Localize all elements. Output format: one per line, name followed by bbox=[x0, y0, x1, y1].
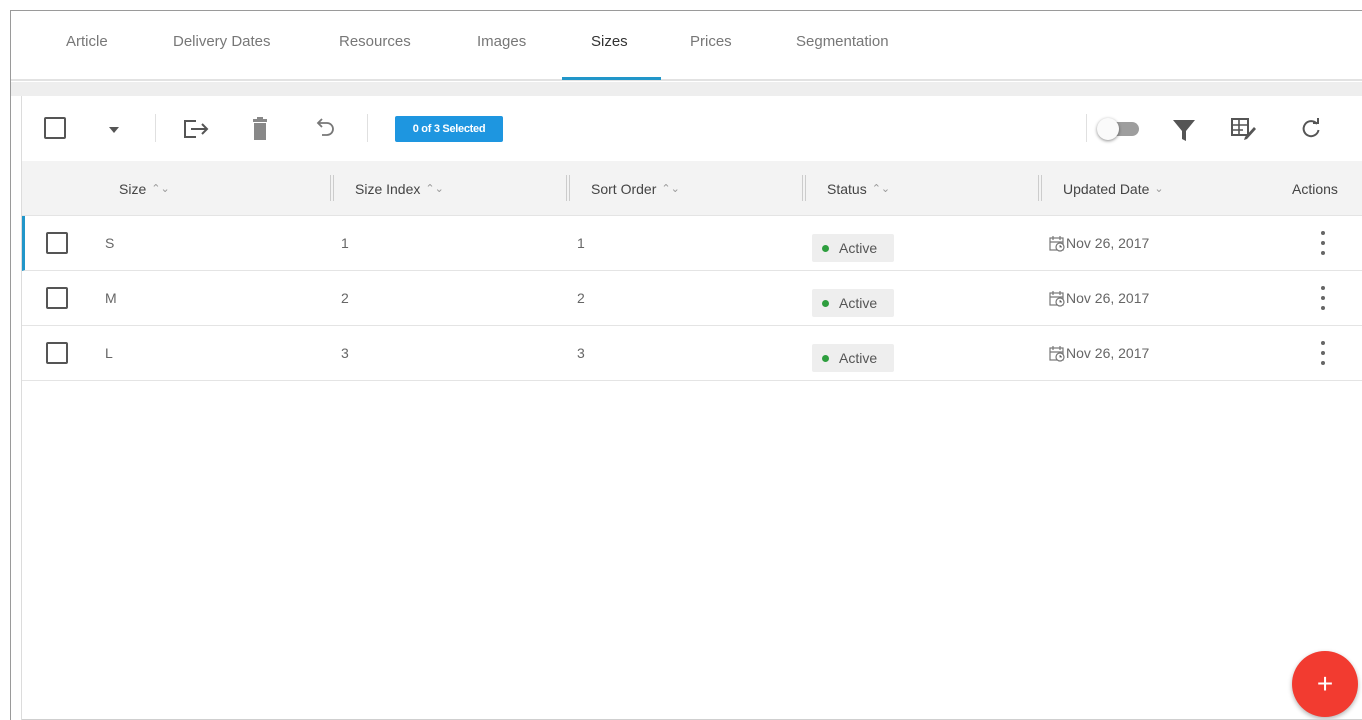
tab-images[interactable]: Images bbox=[477, 33, 526, 81]
table-toolbar: 0 of 3 Selected bbox=[22, 96, 1362, 161]
table-row[interactable]: M 2 2 Active Nov 26, 2017 bbox=[22, 271, 1362, 326]
more-actions-icon[interactable] bbox=[1318, 341, 1328, 365]
column-resize-handle[interactable] bbox=[566, 175, 570, 201]
toolbar-divider bbox=[155, 114, 156, 142]
status-dot-icon bbox=[822, 244, 829, 252]
tab-prices[interactable]: Prices bbox=[690, 33, 732, 81]
sort-icon: ⌄ bbox=[1154, 183, 1164, 195]
sort-icon: ⌃⌄ bbox=[151, 183, 170, 195]
status-badge: Active bbox=[812, 344, 894, 372]
cell-updated-date: Nov 26, 2017 bbox=[1049, 326, 1149, 380]
column-header-size-index[interactable]: Size Index ⌃⌄ bbox=[355, 161, 444, 216]
row-checkbox[interactable] bbox=[46, 342, 68, 364]
column-header-label: Size Index bbox=[355, 180, 421, 197]
updated-date-text: Nov 26, 2017 bbox=[1066, 235, 1150, 251]
tab-bar: Article Delivery Dates Resources Images … bbox=[11, 11, 1362, 81]
column-header-label: Sort Order bbox=[591, 180, 657, 197]
calendar-clock-icon bbox=[1049, 345, 1066, 362]
cell-size-index: 3 bbox=[341, 345, 349, 361]
cell-size-index: 2 bbox=[341, 290, 349, 306]
toggle-switch[interactable] bbox=[1097, 118, 1139, 140]
export-icon[interactable] bbox=[182, 117, 212, 141]
updated-date-text: Nov 26, 2017 bbox=[1066, 345, 1150, 361]
add-button[interactable]: + bbox=[1292, 651, 1358, 717]
column-header-sort-order[interactable]: Sort Order ⌃⌄ bbox=[591, 161, 680, 216]
dropdown-caret-icon[interactable] bbox=[106, 120, 122, 140]
delete-icon[interactable] bbox=[250, 116, 270, 142]
column-header-size[interactable]: Size ⌃⌄ bbox=[119, 161, 170, 216]
cell-updated-date: Nov 26, 2017 bbox=[1049, 271, 1149, 325]
tab-sizes[interactable]: Sizes bbox=[591, 33, 628, 81]
status-label: Active bbox=[839, 350, 878, 366]
sort-icon: ⌃⌄ bbox=[871, 183, 891, 195]
calendar-clock-icon bbox=[1049, 235, 1066, 252]
undo-icon[interactable] bbox=[314, 117, 338, 141]
column-header-label: Updated Date bbox=[1063, 180, 1150, 197]
cell-sort-order: 2 bbox=[577, 290, 585, 306]
column-resize-handle[interactable] bbox=[330, 175, 334, 201]
status-badge: Active bbox=[812, 289, 894, 317]
column-header-updated-date[interactable]: Updated Date ⌄ bbox=[1063, 161, 1164, 216]
filter-icon[interactable] bbox=[1170, 118, 1198, 142]
cell-sort-order: 1 bbox=[577, 235, 585, 251]
toolbar-divider bbox=[1086, 114, 1087, 142]
status-dot-icon bbox=[822, 354, 829, 362]
row-checkbox[interactable] bbox=[46, 287, 68, 309]
table-row[interactable]: S 1 1 Active Nov 26, 2017 bbox=[22, 216, 1362, 271]
table-row[interactable]: L 3 3 Active Nov 26, 2017 bbox=[22, 326, 1362, 381]
active-tab-indicator bbox=[562, 77, 661, 80]
select-all-checkbox[interactable] bbox=[44, 117, 66, 139]
column-resize-handle[interactable] bbox=[802, 175, 806, 201]
calendar-clock-icon bbox=[1049, 290, 1066, 307]
status-dot-icon bbox=[822, 299, 829, 307]
cell-sort-order: 3 bbox=[577, 345, 585, 361]
column-resize-handle[interactable] bbox=[1038, 175, 1042, 201]
sizes-panel: 0 of 3 Selected Size ⌃⌄ Size Index ⌃⌄ So… bbox=[21, 96, 1362, 720]
status-badge: Active bbox=[812, 234, 894, 262]
updated-date-text: Nov 26, 2017 bbox=[1066, 290, 1150, 306]
table-header: Size ⌃⌄ Size Index ⌃⌄ Sort Order ⌃⌄ Stat… bbox=[22, 161, 1362, 216]
sort-icon: ⌃⌄ bbox=[661, 183, 680, 195]
column-header-label: Size bbox=[119, 180, 147, 197]
toolbar-divider bbox=[367, 114, 368, 142]
column-header-actions: Actions bbox=[1292, 180, 1338, 197]
more-actions-icon[interactable] bbox=[1318, 231, 1328, 255]
status-label: Active bbox=[839, 240, 878, 256]
status-label: Active bbox=[839, 295, 878, 311]
tab-delivery-dates[interactable]: Delivery Dates bbox=[173, 33, 271, 81]
cell-size-index: 1 bbox=[341, 235, 349, 251]
column-header-label: Status bbox=[827, 180, 867, 197]
row-checkbox[interactable] bbox=[46, 232, 68, 254]
more-actions-icon[interactable] bbox=[1318, 286, 1328, 310]
separator-band bbox=[11, 82, 1362, 96]
column-header-status[interactable]: Status ⌃⌄ bbox=[827, 161, 890, 216]
cell-size: M bbox=[105, 290, 117, 306]
sort-icon: ⌃⌄ bbox=[425, 183, 444, 195]
edit-columns-icon[interactable] bbox=[1230, 116, 1258, 142]
tab-article[interactable]: Article bbox=[66, 33, 108, 81]
tab-segmentation[interactable]: Segmentation bbox=[796, 33, 889, 81]
cell-size: S bbox=[105, 235, 115, 251]
refresh-icon[interactable] bbox=[1298, 116, 1324, 142]
cell-size: L bbox=[105, 345, 113, 361]
cell-updated-date: Nov 26, 2017 bbox=[1049, 216, 1149, 270]
main-frame: Article Delivery Dates Resources Images … bbox=[10, 10, 1362, 720]
selected-count-badge: 0 of 3 Selected bbox=[395, 116, 503, 142]
tab-resources[interactable]: Resources bbox=[339, 33, 411, 81]
